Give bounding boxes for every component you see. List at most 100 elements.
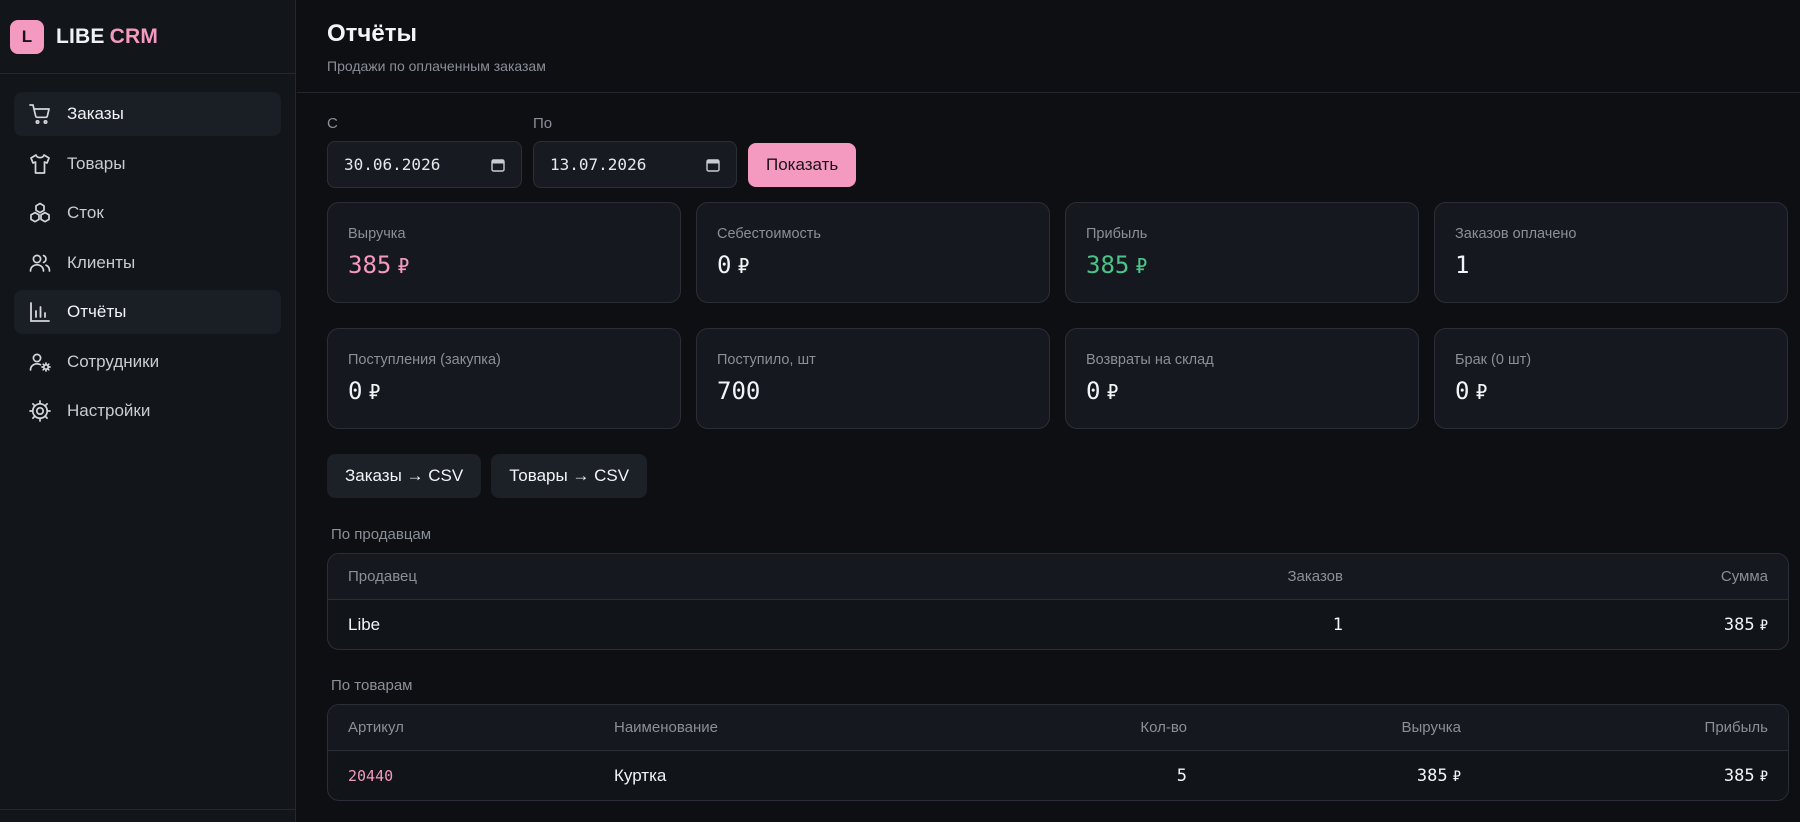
brand-logo: L	[10, 19, 44, 54]
stat-value: 0 ₽	[348, 377, 381, 405]
users-icon	[29, 254, 51, 272]
stat-value: 0 ₽	[717, 251, 750, 279]
calendar-icon[interactable]	[491, 158, 505, 172]
brand[interactable]: L LIBE CRM	[0, 0, 295, 74]
date-from-input[interactable]: 30.06.2026	[327, 141, 522, 188]
sidebar-item-label: Отчёты	[67, 302, 127, 321]
products-section-title: По товарам	[331, 677, 413, 694]
column-header: Наименование	[614, 719, 718, 736]
column-header: Продавец	[348, 568, 417, 585]
stat-value: 0 ₽	[1086, 377, 1119, 405]
stat-value: 1	[1455, 251, 1470, 279]
date-to-input[interactable]: 13.07.2026	[533, 141, 737, 188]
stat-card-received-qty: Поступило, шт 700	[696, 328, 1050, 429]
currency-sign: ₽	[1759, 617, 1768, 634]
date-from-label: С	[327, 115, 338, 132]
stat-label: Брак (0 шт)	[1455, 352, 1532, 368]
currency-sign: ₽	[368, 380, 381, 404]
date-filters: С 30.06.2026 По 13.07.2026 Показать	[327, 115, 1800, 188]
reports-content: С 30.06.2026 По 13.07.2026 Показать Выру…	[297, 115, 1800, 801]
export-products-csv-button[interactable]: Товары → CSV	[491, 454, 648, 498]
sidebar-nav: Заказы Товары Сток Клиенты Отчёты Сотруд…	[0, 74, 295, 433]
stat-label: Поступило, шт	[717, 352, 816, 368]
product-sku: 20440	[348, 766, 394, 785]
stat-card-revenue: Выручка 385 ₽	[327, 202, 681, 303]
column-header: Прибыль	[1704, 719, 1768, 736]
date-to-field: По 13.07.2026	[533, 115, 737, 188]
stat-card-purchases: Поступления (закупка) 0 ₽	[327, 328, 681, 429]
table-header: Артикул Наименование Кол-во Выручка Приб…	[328, 705, 1788, 751]
export-orders-csv-button[interactable]: Заказы → CSV	[327, 454, 482, 498]
currency-sign: ₽	[1106, 380, 1119, 404]
currency-sign: ₽	[737, 254, 750, 278]
products-table: Артикул Наименование Кол-во Выручка Приб…	[327, 704, 1789, 801]
stat-card-returns: Возвраты на склад 0 ₽	[1065, 328, 1419, 429]
bar-chart-icon	[30, 302, 50, 322]
stat-label: Поступления (закупка)	[348, 352, 501, 368]
sidebar-item-products[interactable]: Товары	[14, 142, 281, 186]
user-cog-icon	[29, 353, 51, 372]
sidebar-item-label: Заказы	[67, 104, 124, 123]
sidebar-item-reports[interactable]: Отчёты	[14, 290, 281, 334]
stat-value: 385 ₽	[348, 251, 410, 279]
sidebar: L LIBE CRM Заказы Товары Сток Клиенты Отч…	[0, 0, 296, 822]
date-to-value: 13.07.2026	[550, 155, 647, 174]
currency-sign: ₽	[1759, 768, 1768, 785]
date-to-label: По	[533, 115, 553, 132]
stat-value: 385 ₽	[1086, 251, 1148, 279]
column-header: Артикул	[348, 719, 404, 736]
cart-icon	[29, 104, 50, 125]
stat-value: 700	[717, 377, 761, 405]
sidebar-item-label: Сотрудники	[67, 351, 160, 371]
sidebar-item-label: Товары	[67, 153, 126, 173]
stat-card-profit: Прибыль 385 ₽	[1065, 202, 1419, 303]
sellers-section-title: По продавцам	[331, 526, 432, 543]
product-name: Куртка	[614, 765, 667, 785]
stat-label: Прибыль	[1086, 226, 1148, 242]
show-button[interactable]: Показать	[748, 143, 857, 187]
date-from-field: С 30.06.2026	[327, 115, 522, 188]
main-content: Отчёты Продажи по оплаченным заказам С 3…	[297, 0, 1800, 822]
brand-name: LIBE CRM	[56, 24, 159, 48]
calendar-icon[interactable]	[706, 158, 720, 172]
seller-orders: 1	[1332, 614, 1343, 635]
sidebar-item-label: Сток	[67, 203, 104, 222]
stat-value: 0 ₽	[1455, 377, 1488, 405]
table-header: Продавец Заказов Сумма	[328, 554, 1788, 600]
sidebar-item-stock[interactable]: Сток	[14, 191, 281, 235]
sidebar-item-settings[interactable]: Настройки	[14, 389, 281, 433]
stat-card-paid-orders: Заказов оплачено 1	[1434, 202, 1788, 303]
sidebar-item-clients[interactable]: Клиенты	[14, 241, 281, 285]
seller-name: Libe	[348, 614, 381, 634]
currency-sign: ₽	[1475, 380, 1488, 404]
sellers-table: Продавец Заказов Сумма Libe 1 385 ₽	[327, 553, 1789, 650]
table-row[interactable]: Libe 1 385 ₽	[328, 600, 1788, 649]
page-title: Отчёты	[327, 20, 417, 47]
table-row[interactable]: 20440 Куртка 5 385 ₽ 385 ₽	[328, 751, 1788, 800]
date-from-value: 30.06.2026	[344, 155, 441, 174]
currency-sign: ₽	[1452, 768, 1461, 785]
gear-icon	[29, 400, 51, 422]
product-revenue: 385 ₽	[1416, 765, 1461, 786]
stats-cards: Выручка 385 ₽ Себестоимость 0 ₽ Прибыль 38…	[327, 202, 1800, 429]
sidebar-item-staff[interactable]: Сотрудники	[14, 340, 281, 384]
sidebar-item-label: Настройки	[67, 401, 151, 420]
stat-label: Возвраты на склад	[1086, 352, 1214, 368]
product-profit: 385 ₽	[1723, 765, 1768, 786]
shirt-icon	[30, 153, 50, 174]
export-buttons: Заказы → CSV Товары → CSV	[327, 454, 1800, 498]
product-qty: 5	[1176, 765, 1187, 786]
page-header: Отчёты Продажи по оплаченным заказам	[297, 0, 1800, 93]
sidebar-item-label: Клиенты	[67, 252, 136, 272]
sidebar-item-orders[interactable]: Заказы	[14, 92, 281, 136]
stat-label: Заказов оплачено	[1455, 226, 1577, 242]
boxes-icon	[30, 202, 50, 223]
column-header: Заказов	[1287, 568, 1344, 585]
currency-sign: ₽	[397, 254, 410, 278]
seller-sum: 385 ₽	[1723, 614, 1768, 635]
stat-label: Себестоимость	[717, 226, 821, 242]
stat-label: Выручка	[348, 226, 406, 242]
sidebar-footer-divider	[0, 809, 295, 810]
currency-sign: ₽	[1135, 254, 1148, 278]
column-header: Сумма	[1720, 568, 1768, 585]
